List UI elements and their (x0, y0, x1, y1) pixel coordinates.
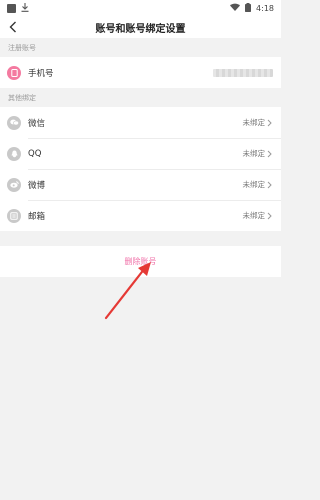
binding-label: 微信 (28, 118, 46, 129)
section-label-other: 其他绑定 (8, 94, 36, 102)
weibo-icon (7, 177, 21, 192)
phone-number-masked (213, 68, 273, 77)
wechat-icon (7, 115, 21, 130)
delete-account-section: 删除账号 (0, 246, 281, 277)
other-bindings-list: 微信 未绑定 QQ 未绑定 微博 未绑定 邮箱 未绑定 (0, 107, 281, 231)
delete-account-button[interactable]: 删除账号 (125, 256, 157, 267)
chevron-right-icon (267, 211, 273, 220)
binding-label: QQ (28, 148, 42, 159)
section-label-registered: 注册账号 (8, 44, 36, 52)
binding-row-wechat[interactable]: 微信 未绑定 (0, 107, 281, 138)
download-icon (21, 2, 29, 14)
chevron-right-icon (267, 118, 273, 127)
binding-label: 微博 (28, 180, 46, 191)
status-time: 4:18 (256, 3, 274, 13)
binding-status: 未绑定 (242, 149, 266, 158)
battery-icon (245, 2, 252, 14)
app-header: 账号和账号绑定设置 (0, 16, 281, 38)
binding-status: 未绑定 (242, 118, 266, 127)
qq-icon (7, 146, 21, 161)
binding-row-weibo[interactable]: 微博 未绑定 (0, 169, 281, 200)
mail-icon (7, 208, 21, 223)
binding-row-mail[interactable]: 邮箱 未绑定 (0, 200, 281, 231)
back-arrow-icon (9, 21, 16, 33)
status-bar: 4:18 (0, 0, 281, 16)
page-title: 账号和账号绑定设置 (95, 23, 186, 35)
phone-label: 手机号 (28, 68, 54, 79)
binding-label: 邮箱 (28, 211, 46, 222)
back-button[interactable] (5, 19, 21, 35)
app-notification-icon (7, 3, 16, 13)
binding-status: 未绑定 (242, 211, 266, 220)
binding-row-qq[interactable]: QQ 未绑定 (0, 138, 281, 169)
phone-row[interactable]: 手机号 (0, 57, 281, 88)
chevron-right-icon (267, 149, 273, 158)
chevron-right-icon (267, 180, 273, 189)
phone-icon (7, 65, 21, 80)
wifi-icon (230, 3, 241, 13)
binding-status: 未绑定 (242, 180, 266, 189)
